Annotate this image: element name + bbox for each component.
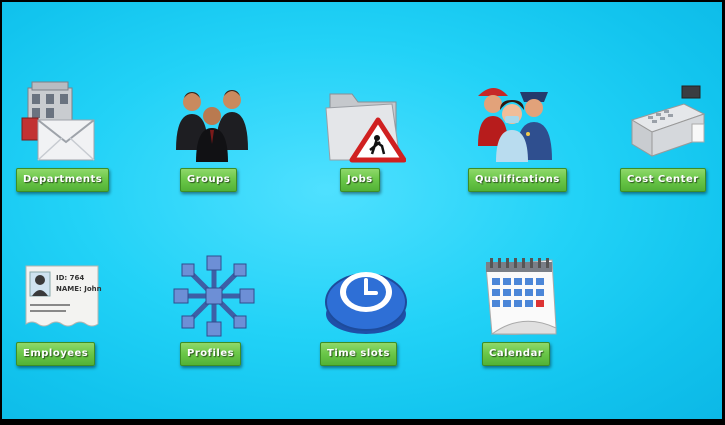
dashboard-panel: Departments Groups Jobs Qualifications C… [0,0,725,425]
tile-qualifications[interactable]: Qualifications [464,80,567,200]
groups-button[interactable]: Groups [180,168,238,192]
clock-button-icon [324,254,408,338]
building-mail-icon [18,80,102,164]
tile-cost-center[interactable]: Cost Center [618,80,714,200]
tile-jobs[interactable]: Jobs [314,80,410,200]
profiles-button[interactable]: Profiles [180,342,242,366]
tile-profiles[interactable]: Profiles [164,254,260,374]
network-cubes-icon [172,254,256,338]
employees-button[interactable]: Employees [16,342,96,366]
cost-center-button[interactable]: Cost Center [620,168,706,192]
calendar-button[interactable]: Calendar [482,342,551,366]
departments-button[interactable]: Departments [16,168,110,192]
id-card-line2: NAME: John [56,285,102,293]
jobs-button[interactable]: Jobs [340,168,380,192]
tile-calendar[interactable]: Calendar [468,254,564,374]
qualifications-button[interactable]: Qualifications [468,168,567,192]
time-slots-button[interactable]: Time slots [320,342,397,366]
folder-roadwork-icon [322,80,406,164]
tile-groups[interactable]: Groups [162,80,258,200]
id-card-icon: ID: 764 NAME: John [20,254,104,338]
professionals-icon [472,80,556,164]
id-card-line1: ID: 764 [56,274,84,282]
cash-register-icon [626,80,710,164]
tile-time-slots[interactable]: Time slots [316,254,412,374]
tile-departments[interactable]: Departments [10,80,110,200]
calendar-icon [476,254,560,338]
tile-employees[interactable]: ID: 764 NAME: John Employees [12,254,108,374]
people-group-icon [170,80,254,164]
